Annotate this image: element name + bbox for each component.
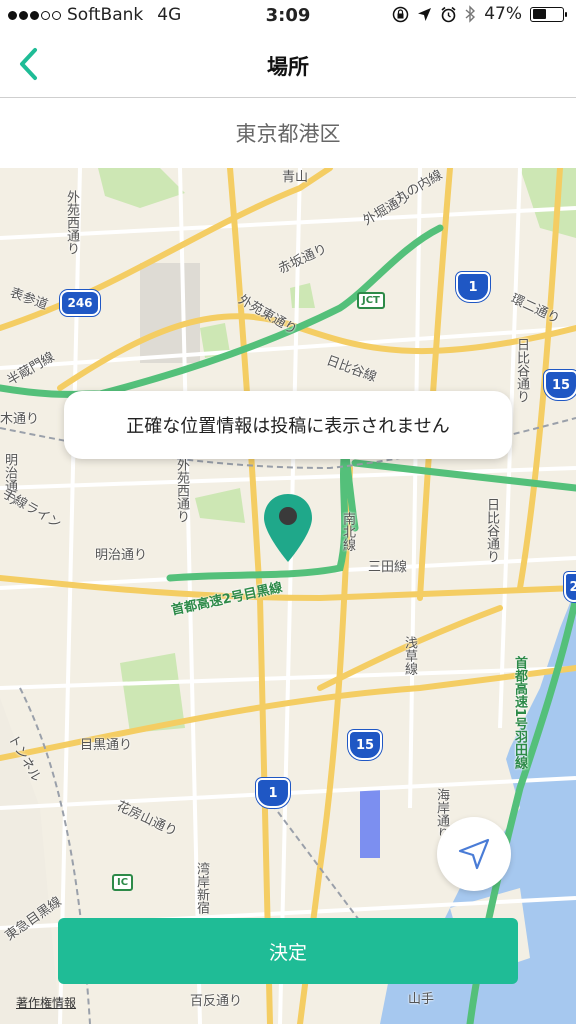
- map-label-yamate-bottom: 山手: [408, 992, 435, 1007]
- map-label-aoyama: 青山: [282, 170, 309, 185]
- location-row: 東京都港区: [0, 98, 576, 168]
- map-label-gaien-nishi-top: 外苑西通り: [64, 190, 79, 255]
- alarm-icon: [441, 6, 456, 22]
- map-label-shuto-shinjuku: 湾岸新宿: [194, 862, 209, 914]
- battery-icon: [530, 6, 567, 22]
- orientation-lock-icon: [392, 6, 409, 22]
- battery-percent: 47%: [484, 4, 522, 24]
- map-label-asakusa: 浅草線: [402, 636, 417, 675]
- map-label-hibiya-dori-right: 日比谷通り: [484, 498, 499, 563]
- privacy-notice: 正確な位置情報は投稿に表示されません: [64, 391, 512, 459]
- route-shield-15-mid: 15: [348, 730, 382, 760]
- map-label-ki-dori: 木通り: [0, 412, 40, 427]
- status-right: 47%: [392, 4, 567, 24]
- page-title: 場所: [267, 55, 309, 79]
- navigation-bar: 場所: [0, 32, 576, 98]
- route-shield-246: 246: [60, 290, 100, 316]
- status-bar: SoftBank 4G 3:09 47%: [0, 0, 576, 32]
- decide-button[interactable]: 決定: [58, 918, 518, 984]
- ic-sign: IC: [112, 874, 134, 891]
- current-location-button[interactable]: [437, 817, 511, 891]
- location-arrow-icon: [418, 7, 432, 21]
- map-label-hibiya-dori: 日比谷通り: [514, 338, 529, 403]
- route-shield-1-top: 1: [456, 272, 490, 302]
- jct-sign: JCT: [357, 292, 385, 309]
- map-label-hitotsubashi: 百反通り: [190, 994, 243, 1009]
- map-label-gaien-nishi: 外苑西通り: [174, 458, 189, 523]
- map-label-expressway-1: 首都高速1号羽田線: [512, 656, 527, 770]
- navigation-arrow-icon: [458, 838, 490, 870]
- bluetooth-icon: [465, 5, 476, 23]
- map-label-meguro: 目黒通り: [80, 738, 133, 753]
- map-view[interactable]: 外苑西通り 外堀通り 丸の内線 表参道 赤坂通り 外苑東通り 環二通り 青山 半…: [0, 168, 576, 1024]
- route-shield-15-right: 15: [544, 370, 576, 400]
- map-label-mita: 三田線: [368, 560, 408, 575]
- map-pin-icon[interactable]: [262, 492, 314, 564]
- map-label-meiji-dori: 明治通り: [95, 548, 148, 563]
- location-name: 東京都港区: [235, 122, 341, 146]
- copyright-link[interactable]: 著作権情報: [16, 994, 76, 1011]
- route-shield-1-bottom: 1: [256, 778, 290, 808]
- route-shield-2-edge: 2: [564, 572, 576, 602]
- map-label-nanboku: 南北線: [340, 512, 355, 551]
